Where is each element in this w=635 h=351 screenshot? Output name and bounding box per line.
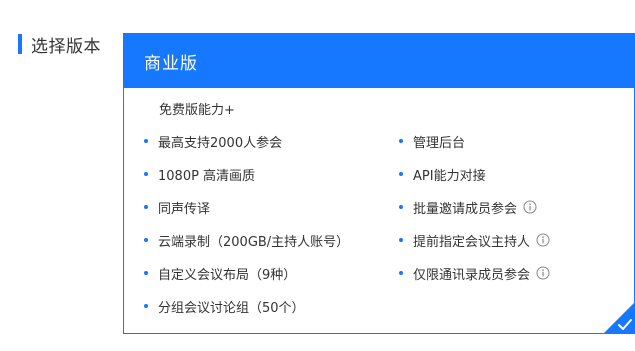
bullet-dot — [399, 139, 403, 143]
feature-label: 提前指定会议主持人 — [413, 234, 531, 250]
bullet-dot — [144, 271, 148, 275]
feature-label: 管理后台 — [413, 135, 466, 151]
bullet-dot — [144, 172, 148, 176]
checkmark-icon — [604, 303, 634, 333]
feature-item: 批量邀请成员参会 — [399, 197, 537, 217]
bullet-dot — [399, 238, 403, 242]
info-circle-icon[interactable] — [536, 266, 550, 280]
feature-label: 分组会议讨论组（50个） — [158, 300, 305, 316]
feature-item: 最高支持2000人参会 — [144, 131, 282, 151]
feature-label: 同声传译 — [158, 201, 211, 217]
feature-label: 最高支持2000人参会 — [158, 135, 283, 151]
feature-item: 1080P 高清画质 — [144, 164, 255, 184]
section-title: 选择版本 — [18, 33, 101, 57]
feature-item: 同声传译 — [144, 197, 210, 217]
feature-label: 1080P 高清画质 — [158, 168, 256, 184]
section-title-accent-bar — [18, 34, 22, 54]
info-circle-icon[interactable] — [523, 200, 537, 214]
bullet-dot — [144, 139, 148, 143]
feature-item: 分组会议讨论组（50个） — [144, 296, 305, 316]
feature-label: 云端录制（200GB/主持人账号） — [158, 234, 350, 250]
feature-item: 管理后台 — [399, 131, 465, 151]
plan-card-business[interactable]: 商业版 免费版能力+ 最高支持2000人参会 1080P 高清画质 同声传译 云… — [123, 33, 635, 334]
feature-item: 自定义会议布局（9种） — [144, 263, 296, 283]
feature-item: 云端录制（200GB/主持人账号） — [144, 230, 349, 250]
info-circle-icon[interactable] — [536, 233, 550, 247]
bullet-dot — [399, 172, 403, 176]
feature-item: API能力对接 — [399, 164, 486, 184]
plan-subtitle: 免费版能力+ — [159, 103, 235, 118]
bullet-dot — [144, 238, 148, 242]
bullet-dot — [399, 271, 403, 275]
plan-name: 商业版 — [144, 53, 198, 74]
feature-label: 批量邀请成员参会 — [413, 201, 518, 217]
feature-label: 自定义会议布局（9种） — [158, 267, 297, 283]
plan-card-header: 商业版 — [124, 34, 634, 88]
feature-item: 仅限通讯录成员参会 — [399, 263, 550, 283]
bullet-dot — [144, 304, 148, 308]
feature-label: 仅限通讯录成员参会 — [413, 267, 531, 283]
section-title-text: 选择版本 — [31, 36, 101, 57]
bullet-dot — [144, 205, 148, 209]
feature-item: 提前指定会议主持人 — [399, 230, 550, 250]
bullet-dot — [399, 205, 403, 209]
feature-label: API能力对接 — [413, 168, 486, 184]
